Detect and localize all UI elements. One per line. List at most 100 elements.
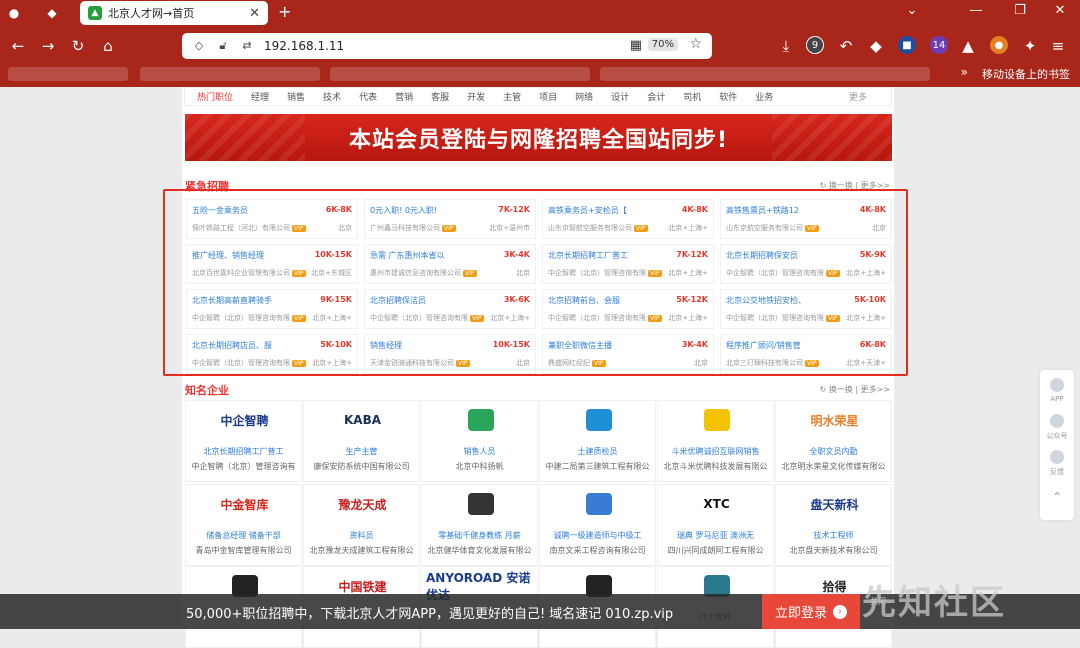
company-card[interactable]: 盘天新科技术工程师北京盘天新技术有限公司 — [775, 484, 892, 566]
job-title[interactable]: 兼职全职微信主播 — [548, 340, 668, 351]
url-bar[interactable]: ◇ 🔓︎ ⇄ 192.168.1.11 ▦ 70% ☆ — [182, 33, 712, 59]
more-bookmarks-icon[interactable]: » — [961, 65, 968, 79]
company-logo[interactable]: 中企智聘 — [190, 405, 299, 435]
diamond-extension-icon[interactable]: ◆ — [866, 36, 886, 56]
company-logo[interactable]: 盘天新科 — [780, 489, 889, 519]
window-close-button[interactable]: ✕ — [1050, 3, 1070, 18]
security-extension-icon[interactable]: ■ — [898, 36, 916, 54]
job-title[interactable]: 北京招聘保洁员 — [370, 295, 490, 306]
job-title[interactable]: 北京公交地铁招安检、 — [726, 295, 846, 306]
permissions-icon[interactable]: ⇄ — [240, 39, 254, 53]
company-job-link[interactable]: 储备总经理 储备干部 — [186, 530, 301, 541]
company-name[interactable]: 青岛中金智库管理有限公司 — [186, 545, 301, 556]
category-link[interactable]: 代表 — [359, 90, 377, 103]
hat-extension-icon[interactable]: ▲ — [958, 36, 978, 56]
job-title[interactable]: 高铁乘务员+安检员【 — [548, 205, 668, 216]
category-link[interactable]: 热门职位 — [197, 90, 233, 103]
job-title[interactable]: 五险一金乘务员 — [192, 205, 312, 216]
job-company[interactable]: 中企智聘（北京）管理咨询有限 VIP — [548, 268, 662, 278]
job-title[interactable]: 0元入职! 0元入职! — [370, 205, 490, 216]
job-company[interactable]: 中企智聘（北京）管理咨询有限 VIP — [548, 313, 662, 323]
job-title[interactable]: 北京长期招聘工厂普工 — [548, 250, 668, 261]
home-icon[interactable]: ⌂ — [98, 36, 118, 56]
category-link[interactable]: 网络 — [575, 90, 593, 103]
company-logo[interactable]: XTC — [662, 489, 771, 519]
category-link[interactable]: 主管 — [503, 90, 521, 103]
job-card[interactable]: 北京公交地铁招安检、 5K-10K 中企智聘（北京）管理咨询有限 VIP 北京+上海+ — [720, 289, 892, 329]
company-card[interactable]: KABA 生产主管 康保安防系统中国有限公司 — [303, 400, 420, 482]
company-logo[interactable]: 明水荣星 — [780, 405, 889, 435]
job-company[interactable]: 广州鑫马科技有限公司 VIP — [370, 223, 456, 233]
job-title[interactable]: 北京招聘前台、会服 — [548, 295, 668, 306]
job-company[interactable]: 中企智聘（北京）管理咨询有限 VIP — [726, 313, 840, 323]
category-link[interactable]: 项目 — [539, 90, 557, 103]
famous-more-link[interactable]: 更多>> — [861, 385, 890, 394]
job-company[interactable]: 北京百世嘉科企业管理有限公司 VIP — [192, 268, 306, 278]
company-logo[interactable] — [544, 489, 653, 519]
company-logo[interactable] — [426, 489, 535, 519]
company-card[interactable]: 中金智库储备总经理 储备干部 青岛中金智库管理有限公司 — [185, 484, 302, 566]
job-company[interactable]: 北京三玎肆科技有限公司 VIP — [726, 358, 819, 368]
job-title[interactable]: 销售经理 — [370, 340, 490, 351]
company-name[interactable]: 四川兴同成朗阿工程有限公 — [658, 545, 773, 556]
company-job-link[interactable]: 全职文员内勤 — [776, 446, 891, 457]
feedback-link[interactable]: 反馈 — [1040, 450, 1074, 477]
company-job-link[interactable]: 瑞典 罗马尼亚 澳洲无 — [658, 530, 773, 541]
back-to-top-icon[interactable]: ⌃ — [1040, 490, 1074, 504]
extension-badge-14[interactable]: 14 — [930, 36, 948, 54]
company-name[interactable]: 北京豫龙天成建筑工程有限公 — [304, 545, 419, 556]
company-name[interactable]: 南京文采工程咨询有限公司 — [540, 545, 655, 556]
job-card[interactable]: 北京长期招聘工厂普工 7K-12K 中企智聘（北京）管理咨询有限 VIP 北京+上海+ — [542, 244, 714, 284]
job-title[interactable]: 北京长期高薪直聘骑手 — [192, 295, 312, 306]
shield-icon[interactable]: ◇ — [192, 39, 206, 53]
bookmark-item[interactable] — [140, 67, 320, 81]
category-link[interactable]: 营销 — [395, 90, 413, 103]
active-tab[interactable]: ▲ 北京人才网→首页 ✕ — [80, 1, 268, 25]
company-name[interactable]: 中企智聘（北京）管理咨询有 — [186, 461, 301, 472]
company-name[interactable]: 北京盘天新技术有限公司 — [776, 545, 891, 556]
pinned-tab-icon[interactable]: ◆ — [42, 3, 62, 23]
job-title[interactable]: 推广经理、销售经理 — [192, 250, 312, 261]
job-company[interactable]: 中企智聘（北京）管理咨询有限 VIP — [370, 313, 484, 323]
job-card[interactable]: 北京长期高薪直聘骑手 9K-15K 中企智聘（北京）管理咨询有限 VIP 北京+上海+ — [186, 289, 358, 329]
company-job-link[interactable]: 资料员 — [304, 530, 419, 541]
job-card[interactable]: 北京长期招聘店员、服 5K-10K 中企智聘（北京）管理咨询有限 VIP 北京+上海+ — [186, 334, 358, 374]
company-job-link[interactable]: 土建质检员 — [540, 446, 655, 457]
company-card[interactable]: 诚聘一级建造师与中级工 南京文采工程咨询有限公司 — [539, 484, 656, 566]
company-card[interactable]: 中企智聘北京长期招聘工厂普工 中企智聘（北京）管理咨询有 — [185, 400, 302, 482]
company-card[interactable]: XTC 瑞典 罗马尼亚 澳洲无 四川兴同成朗阿工程有限公 — [657, 484, 774, 566]
job-company[interactable]: 山东京航空服务有限公司 VIP — [726, 223, 819, 233]
promo-banner[interactable]: 本站会员登陆与网隆招聘全国站同步! — [185, 114, 892, 161]
company-job-link[interactable]: 技术工程师 — [776, 530, 891, 541]
bookmark-item[interactable] — [8, 67, 128, 81]
company-name[interactable]: 北京中科扬帆 — [422, 461, 537, 472]
company-card[interactable]: 零基础千健身教练 月薪 北京健华体育文化发展有限公 — [421, 484, 538, 566]
category-link[interactable]: 销售 — [287, 90, 305, 103]
job-card[interactable]: 0元入职! 0元入职! 7K-12K 广州鑫马科技有限公司 VIP 北京+温州市 — [364, 199, 536, 239]
job-company[interactable]: 中企智聘（北京）管理咨询有限 VIP — [192, 313, 306, 323]
firefox-icon[interactable]: ● — [4, 3, 24, 23]
category-link[interactable]: 业务 — [755, 90, 773, 103]
category-link[interactable]: 技术 — [323, 90, 341, 103]
bookmark-star-icon[interactable]: ☆ — [689, 36, 702, 52]
job-company[interactable]: 中企智聘（北京）管理咨询有限 VIP — [192, 358, 306, 368]
company-card[interactable]: 土建质检员 中建二局第三建筑工程有限公 — [539, 400, 656, 482]
job-title[interactable]: 程序推广顾问/销售管 — [726, 340, 846, 351]
category-link[interactable]: 司机 — [683, 90, 701, 103]
forward-icon[interactable]: → — [38, 36, 58, 56]
menu-icon[interactable]: ≡ — [1048, 36, 1068, 56]
job-title[interactable]: 急需 广东惠州本省以 — [370, 250, 490, 261]
minimize-button[interactable]: — — [966, 3, 986, 18]
job-card[interactable]: 程序推广顾问/销售管 6K-8K 北京三玎肆科技有限公司 VIP 北京+天津+ — [720, 334, 892, 374]
company-name[interactable]: 北京明水荣星文化传媒有限公 — [776, 461, 891, 472]
close-tab-icon[interactable]: ✕ — [249, 6, 260, 21]
job-card[interactable]: 五险一金乘务员 6K-8K 佩叶铁路工程（河北）有限公司 VIP 北京 — [186, 199, 358, 239]
job-card[interactable]: 北京招聘保洁员 3K-6K 中企智聘（北京）管理咨询有限 VIP 北京+上海+ — [364, 289, 536, 329]
company-job-link[interactable]: 零基础千健身教练 月薪 — [422, 530, 537, 541]
qr-code-icon[interactable]: ▦ — [630, 38, 642, 53]
company-job-link[interactable]: 北京长期招聘工厂普工 — [186, 446, 301, 457]
company-card[interactable]: 斗米优聘诚招互联网销售 北京斗米优聘科技发展有限公 — [657, 400, 774, 482]
job-card[interactable]: 推广经理、销售经理 10K-15K 北京百世嘉科企业管理有限公司 VIP 北京+东城区 — [186, 244, 358, 284]
company-logo[interactable]: 中金智库 — [190, 489, 299, 519]
maximize-button[interactable]: ❐ — [1010, 3, 1030, 18]
